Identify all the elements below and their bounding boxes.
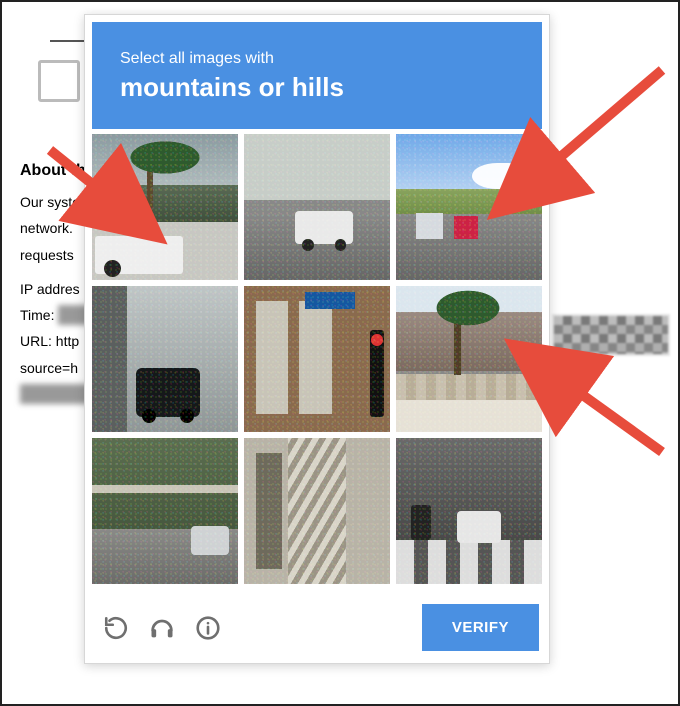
recaptcha-checkbox[interactable] (38, 60, 80, 102)
pixelated-strip (552, 314, 670, 356)
footer-icons (101, 613, 223, 643)
captcha-target: mountains or hills (120, 72, 520, 103)
captcha-panel: Select all images with mountains or hill… (84, 14, 550, 664)
captcha-grid (85, 134, 549, 584)
captcha-tile-9[interactable] (396, 438, 542, 584)
divider (50, 40, 88, 42)
verify-button[interactable]: VERIFY (422, 604, 539, 651)
captcha-tile-6[interactable] (396, 286, 542, 432)
info-icon[interactable] (193, 613, 223, 643)
captcha-instruction: Select all images with (120, 50, 520, 68)
captcha-tile-1[interactable] (92, 134, 238, 280)
captcha-tile-5[interactable] (244, 286, 390, 432)
reload-icon[interactable] (101, 613, 131, 643)
captcha-tile-8[interactable] (244, 438, 390, 584)
captcha-tile-7[interactable] (92, 438, 238, 584)
captcha-tile-3[interactable] (396, 134, 542, 280)
captcha-tile-2[interactable] (244, 134, 390, 280)
captcha-footer: VERIFY (85, 592, 549, 663)
captcha-header: Select all images with mountains or hill… (92, 22, 542, 129)
audio-icon[interactable] (147, 613, 177, 643)
captcha-tile-4[interactable] (92, 286, 238, 432)
